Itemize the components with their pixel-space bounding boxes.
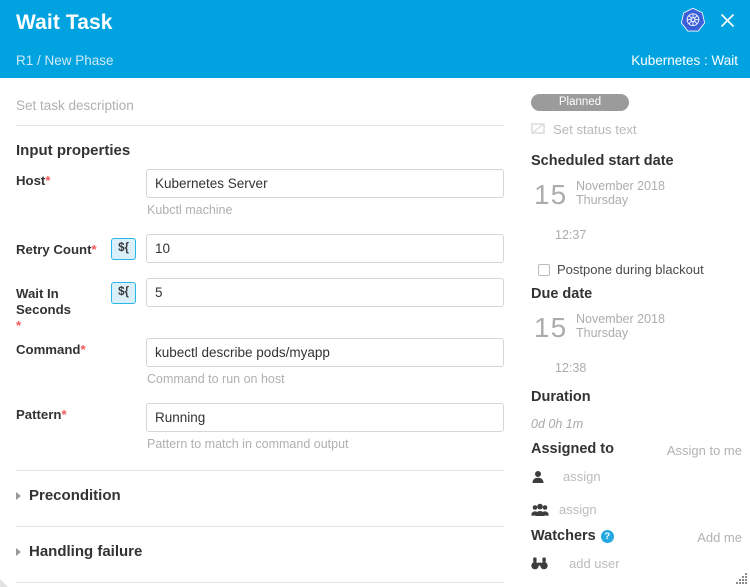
task-dialog: Wait Task R1 / New Phase Kubernetes : Wa… <box>0 0 750 587</box>
chevron-right-icon <box>16 492 21 500</box>
scheduled-start-weekday: Thursday <box>576 193 628 207</box>
flag-icon <box>531 123 545 137</box>
retry-count-input[interactable] <box>146 234 504 263</box>
field-hint-command: Command to run on host <box>147 372 285 386</box>
postpone-during-blackout-checkbox-row[interactable]: Postpone during blackout <box>538 262 704 277</box>
help-icon[interactable]: ? <box>601 530 614 543</box>
dialog-header: Wait Task R1 / New Phase Kubernetes : Wa… <box>0 0 750 78</box>
due-date-weekday: Thursday <box>576 326 628 340</box>
kubernetes-logo-icon <box>680 7 706 33</box>
field-label-wait-in-seconds: Wait In Seconds * <box>16 286 111 334</box>
chevron-right-icon <box>16 548 21 556</box>
duration-heading: Duration <box>531 389 591 405</box>
watchers-heading: Watchers? <box>531 528 614 544</box>
divider-top <box>16 125 504 126</box>
form-panel: Set task description Input properties Ho… <box>0 78 520 587</box>
postpone-checkbox[interactable] <box>538 264 550 276</box>
watcher-add-user-label: add user <box>569 556 620 571</box>
section-precondition-label: Precondition <box>29 487 121 504</box>
assignee-user-label: assign <box>563 469 601 484</box>
due-date-time[interactable]: 12:38 <box>555 361 586 375</box>
due-date-heading: Due date <box>531 286 592 302</box>
watchers-heading-text: Watchers <box>531 528 596 544</box>
field-label-host-text: Host <box>16 173 45 188</box>
status-badge[interactable]: Planned <box>531 94 629 111</box>
duration-value[interactable]: 0d 0h 1m <box>531 417 583 431</box>
divider-bottom <box>16 582 504 583</box>
host-input[interactable] <box>146 169 504 198</box>
required-marker: * <box>80 342 85 357</box>
assignee-group-row[interactable]: assign <box>531 502 597 517</box>
required-marker: * <box>16 318 111 334</box>
postpone-checkbox-label: Postpone during blackout <box>557 262 704 277</box>
watcher-add-user-row[interactable]: add user <box>531 556 620 571</box>
close-button[interactable] <box>715 8 739 32</box>
section-precondition[interactable]: Precondition <box>16 487 121 504</box>
required-marker: * <box>61 407 66 422</box>
field-label-wait-in-seconds-text: Wait In Seconds <box>16 286 71 317</box>
pattern-input[interactable] <box>146 403 504 432</box>
variable-button-wait-in-seconds[interactable]: ${ <box>111 282 136 304</box>
field-label-pattern: Pattern* <box>16 407 67 423</box>
assign-to-me-button[interactable]: Assign to me <box>667 443 742 458</box>
set-status-text-button[interactable]: Set status text <box>531 122 637 137</box>
divider-precondition-top <box>16 470 504 471</box>
field-hint-pattern: Pattern to match in command output <box>147 437 349 451</box>
due-date-month-year: November 2018 <box>576 312 665 326</box>
scheduled-start-month-year: November 2018 <box>576 179 665 193</box>
wait-in-seconds-input[interactable] <box>146 278 504 307</box>
close-icon <box>720 13 735 28</box>
due-date-day[interactable]: 15 <box>534 314 567 342</box>
resize-handle[interactable] <box>735 572 748 585</box>
command-input[interactable] <box>146 338 504 367</box>
scheduled-start-time[interactable]: 12:37 <box>555 228 586 242</box>
scheduled-start-date-heading: Scheduled start date <box>531 153 674 169</box>
scheduled-start-day[interactable]: 15 <box>534 181 567 209</box>
section-handling-failure-label: Handling failure <box>29 543 142 560</box>
breadcrumb: R1 / New Phase <box>16 53 114 68</box>
input-properties-heading: Input properties <box>16 142 130 159</box>
task-type-label: Kubernetes : Wait <box>631 53 738 68</box>
field-label-host: Host* <box>16 173 50 189</box>
panel-edge-marker <box>0 575 10 587</box>
required-marker: * <box>45 173 50 188</box>
divider-handling-failure-top <box>16 526 504 527</box>
assignee-group-label: assign <box>559 502 597 517</box>
assigned-to-heading: Assigned to <box>531 441 614 457</box>
page-title: Wait Task <box>16 11 113 35</box>
section-handling-failure[interactable]: Handling failure <box>16 543 142 560</box>
field-label-pattern-text: Pattern <box>16 407 61 422</box>
person-icon <box>531 470 551 484</box>
task-description-input[interactable]: Set task description <box>16 98 134 113</box>
field-label-command: Command* <box>16 342 86 358</box>
field-label-retry-count-text: Retry Count <box>16 242 91 257</box>
group-icon <box>531 503 551 517</box>
binoculars-icon <box>531 557 551 570</box>
field-label-retry-count: Retry Count* <box>16 242 97 258</box>
set-status-text-label: Set status text <box>553 122 637 137</box>
field-hint-host: Kubctl machine <box>147 203 232 217</box>
assignee-user-row[interactable]: assign <box>531 469 601 484</box>
details-sidebar: Planned Set status text Scheduled start … <box>520 78 750 587</box>
add-me-button[interactable]: Add me <box>697 530 742 545</box>
field-label-command-text: Command <box>16 342 80 357</box>
required-marker: * <box>91 242 96 257</box>
variable-button-retry-count[interactable]: ${ <box>111 238 136 260</box>
